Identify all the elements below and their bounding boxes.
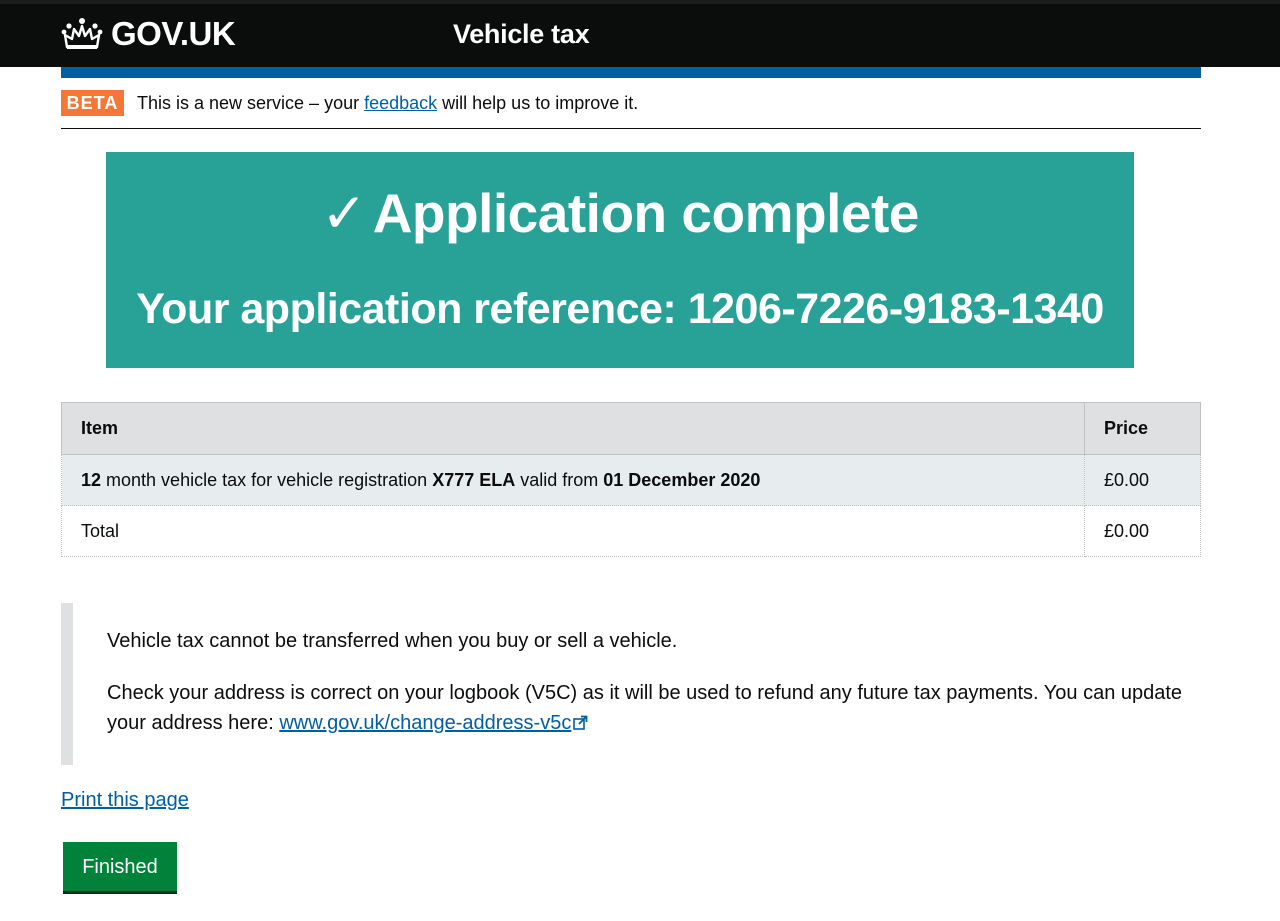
column-header-item: Item	[61, 402, 1085, 455]
item-registration: X777 ELA	[432, 469, 516, 490]
item-text-2: valid from	[515, 469, 604, 490]
total-price: £0.00	[1084, 505, 1201, 557]
site-header: GOV.UK Vehicle tax	[0, 0, 1280, 67]
service-name-link[interactable]: Vehicle tax	[453, 16, 590, 52]
inset-notice: Vehicle tax cannot be transferred when y…	[61, 603, 1201, 765]
change-address-link[interactable]: www.gov.uk/change-address-v5c	[279, 712, 588, 734]
reference-number: 1206-7226-9183-1340	[687, 285, 1105, 333]
phase-text-before: This is a new service – your	[137, 93, 365, 113]
confirmation-title-text: Application complete	[372, 182, 920, 244]
reference-label: Your application reference:	[136, 285, 688, 333]
item-valid-from: 01 December 2020	[603, 469, 761, 490]
change-address-link-text: www.gov.uk/change-address-v5c	[279, 712, 572, 734]
item-text-1: month vehicle tax for vehicle registrati…	[101, 469, 433, 490]
column-header-price: Price	[1084, 402, 1201, 455]
check-icon: ✓	[321, 182, 367, 244]
beta-tag: BETA	[61, 90, 124, 116]
notice-address-sentence: Check your address is correct on your lo…	[107, 682, 1183, 734]
table-row-total: Total £0.00	[61, 505, 1201, 557]
feedback-link[interactable]: feedback	[364, 93, 437, 113]
external-link-icon	[573, 715, 588, 730]
total-label: Total	[61, 505, 1085, 557]
logo-text: GOV.UK	[111, 15, 236, 52]
finished-button[interactable]: Finished	[63, 842, 177, 891]
header-top-border	[0, 0, 1280, 4]
crown-icon	[61, 18, 103, 49]
table-row: 12 month vehicle tax for vehicle registr…	[61, 454, 1201, 506]
phase-banner-text: This is a new service – your feedback wi…	[137, 91, 638, 115]
notice-transfer-text: Vehicle tax cannot be transferred when y…	[107, 630, 678, 652]
print-page-link[interactable]: Print this page	[61, 786, 189, 814]
notice-address-text: Check your address is correct on your lo…	[107, 678, 1187, 738]
phase-text-after: will help us to improve it.	[437, 93, 639, 113]
application-reference: Your application reference: 1206-7226-91…	[106, 285, 1134, 333]
item-price: £0.00	[1084, 454, 1201, 506]
header-blue-bar	[61, 67, 1201, 78]
payment-summary-table: Item Price 12 month vehicle tax for vehi…	[61, 402, 1201, 557]
confirmation-panel: ✓ Application complete Your application r…	[106, 152, 1134, 368]
item-description: 12 month vehicle tax for vehicle registr…	[61, 454, 1085, 506]
govuk-logo-link[interactable]: GOV.UK	[61, 15, 236, 52]
confirmation-title: ✓ Application complete	[106, 182, 1134, 244]
item-months: 12	[81, 469, 102, 490]
phase-banner: BETA This is a new service – your feedba…	[61, 78, 1201, 129]
table-header-row: Item Price	[61, 402, 1201, 455]
